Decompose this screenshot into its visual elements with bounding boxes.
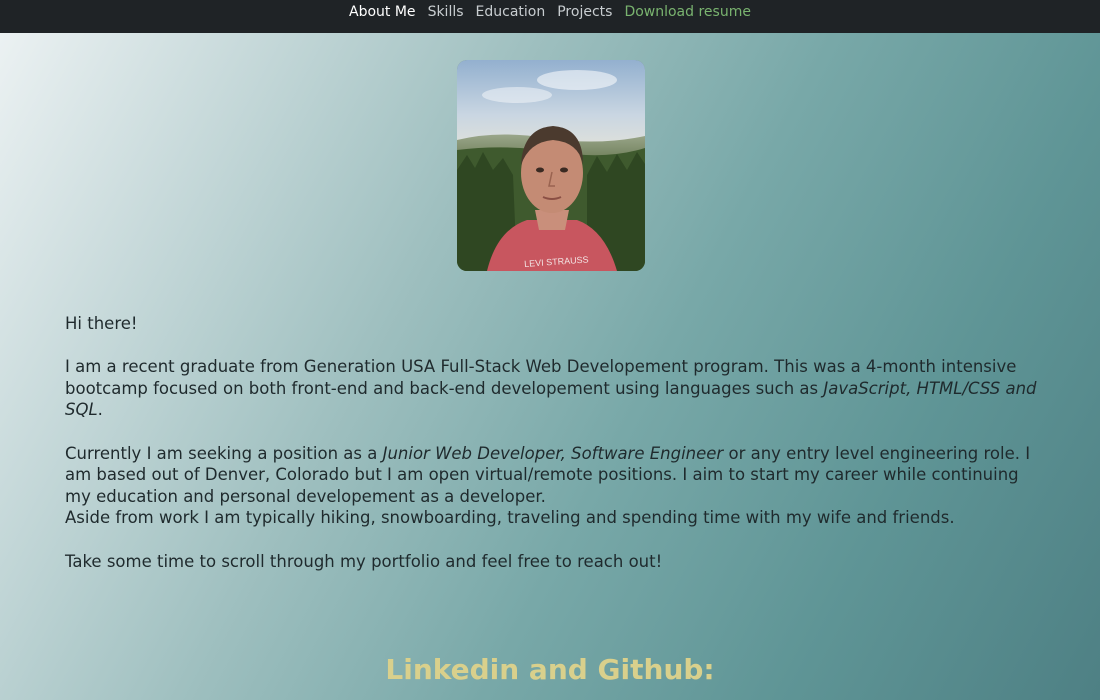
intro-paragraph-bootcamp: I am a recent graduate from Generation U… xyxy=(65,357,1037,420)
intro-paragraph-seeking: Currently I am seeking a position as a J… xyxy=(65,443,1031,506)
nav-projects[interactable]: Projects xyxy=(557,5,612,29)
profile-photo-image: LEVI STRAUSS xyxy=(457,60,645,271)
nav-about-me[interactable]: About Me xyxy=(349,5,416,29)
intro-text: Hi there! I am a recent graduate from Ge… xyxy=(65,313,1040,572)
nav-download-resume[interactable]: Download resume xyxy=(624,5,751,29)
profile-photo: LEVI STRAUSS xyxy=(457,60,645,271)
intro-paragraph-hobbies: Aside from work I am typically hiking, s… xyxy=(65,508,955,528)
intro-paragraph-closing: Take some time to scroll through my port… xyxy=(65,551,663,571)
nav-education[interactable]: Education xyxy=(476,5,546,29)
linkedin-github-heading: Linkedin and Github: xyxy=(385,653,715,686)
top-navbar: About Me Skills Education Projects Downl… xyxy=(0,0,1100,33)
nav-skills[interactable]: Skills xyxy=(428,5,464,29)
intro-greeting: Hi there! xyxy=(65,314,138,333)
